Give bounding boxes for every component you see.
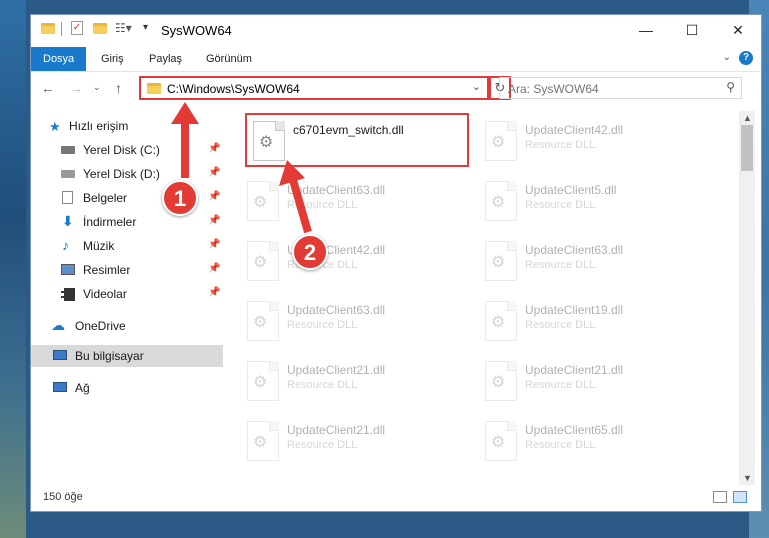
pin-icon[interactable]: 📌 [208, 239, 220, 250]
address-bar[interactable]: C:\Windows\SysWOW64 ⌄ [139, 76, 489, 100]
details-view-icon[interactable] [713, 491, 727, 503]
dll-file-icon: ⚙ [485, 241, 517, 281]
file-name: c6701evm_switch.dll [293, 123, 404, 137]
dll-file-icon: ⚙ [253, 121, 285, 161]
computer-icon [53, 350, 67, 360]
help-icon[interactable]: ? [739, 51, 753, 65]
pin-icon[interactable]: 📌 [208, 263, 220, 274]
download-icon: ⬇ [62, 213, 74, 229]
navigation-pane: ★ Hızlı erişim Yerel Disk (C:) 📌 Yerel D… [31, 111, 224, 471]
dll-file-icon: ⚙ [247, 181, 279, 221]
search-box[interactable]: ⚲ [499, 77, 742, 99]
vertical-scrollbar[interactable]: ▲ ▼ [739, 111, 755, 485]
step-badge-1: 1 [162, 180, 198, 216]
scroll-up-icon[interactable]: ▲ [743, 113, 752, 123]
pin-icon[interactable]: 📌 [208, 215, 220, 226]
scroll-thumb[interactable] [741, 125, 753, 171]
item-count: 150 öğe [43, 491, 83, 503]
drive-icon [61, 146, 75, 154]
documents-icon [62, 191, 73, 204]
file-item[interactable]: ⚙ UpdateClient21.dll Resource DLL [239, 353, 469, 409]
back-icon[interactable]: ← [41, 80, 55, 96]
file-item[interactable]: ⚙ UpdateClient63.dll Resource DLL [477, 233, 707, 289]
close-button[interactable]: ✕ [715, 15, 761, 45]
file-item[interactable]: ⚙ UpdateClient21.dll Resource DLL [477, 353, 707, 409]
dll-file-icon: ⚙ [247, 241, 279, 281]
file-item[interactable]: ⚙ UpdateClient63.dll Resource DLL [239, 173, 469, 229]
dll-file-icon: ⚙ [247, 421, 279, 461]
nav-item-local-disk-d[interactable]: Yerel Disk (D:) 📌 [31, 163, 223, 185]
videos-icon [61, 288, 75, 301]
file-item[interactable]: ⚙ UpdateClient19.dll Resource DLL [477, 293, 707, 349]
drive-icon [61, 170, 75, 178]
quick-access-dropdown-icon[interactable]: ▾ [143, 22, 148, 33]
tab-share[interactable]: Paylaş [149, 47, 182, 71]
folder-icon [41, 23, 55, 34]
cloud-icon: ☁ [51, 317, 65, 333]
file-item[interactable]: ⚙ UpdateClient5.dll Resource DLL [477, 173, 707, 229]
recent-locations-icon[interactable]: ⌄ [93, 82, 101, 93]
dll-file-icon: ⚙ [247, 301, 279, 341]
address-folder-icon [147, 83, 161, 94]
nav-quick-access[interactable]: ★ Hızlı erişim [31, 115, 223, 137]
separator [61, 22, 62, 36]
nav-this-pc[interactable]: Bu bilgisayar [31, 345, 223, 367]
file-list: ⚙ c6701evm_switch.dll ⚙ UpdateClient63.d… [239, 111, 739, 471]
dll-file-icon: ⚙ [485, 361, 517, 401]
ribbon-tabs: Dosya Giriş Paylaş Görünüm ⌄ ? [31, 47, 761, 72]
pin-icon[interactable]: 📌 [208, 287, 220, 298]
new-folder-icon[interactable] [93, 23, 107, 34]
tab-view[interactable]: Görünüm [206, 47, 252, 71]
status-bar: 150 öğe [31, 485, 761, 511]
properties-icon[interactable]: ✓ [71, 21, 83, 35]
file-item[interactable]: ⚙ UpdateClient21.dll Resource DLL [239, 413, 469, 469]
title-bar: ✓ ☷▾ ▾ SysWOW64 — ☐ ✕ [31, 15, 761, 47]
nav-item-local-disk-c[interactable]: Yerel Disk (C:) 📌 [31, 139, 223, 161]
maximize-button[interactable]: ☐ [669, 15, 715, 45]
nav-item-videos[interactable]: Videolar 📌 [31, 283, 223, 305]
file-item-highlighted[interactable]: ⚙ c6701evm_switch.dll [245, 113, 469, 167]
search-icon: ⚲ [726, 80, 735, 94]
nav-item-downloads[interactable]: ⬇ İndirmeler 📌 [31, 211, 223, 233]
minimize-button[interactable]: — [623, 15, 669, 45]
address-row: ← → ⌄ ↑ C:\Windows\SysWOW64 ⌄ ↻ ⚲ [31, 72, 761, 106]
star-icon: ★ [49, 119, 61, 134]
tab-file[interactable]: Dosya [31, 47, 87, 71]
tab-home[interactable]: Giriş [101, 47, 124, 71]
pin-icon[interactable]: 📌 [208, 191, 220, 202]
music-icon: ♪ [62, 237, 69, 253]
pin-icon[interactable]: 📌 [208, 167, 220, 178]
file-item[interactable]: ⚙ UpdateClient42.dll Resource DLL [477, 113, 707, 169]
step-badge-2: 2 [292, 234, 328, 270]
forward-icon[interactable]: → [69, 80, 83, 96]
large-icons-view-icon[interactable] [733, 491, 747, 503]
dll-file-icon: ⚙ [485, 121, 517, 161]
desktop-background-left [0, 0, 26, 538]
explorer-window: ✓ ☷▾ ▾ SysWOW64 — ☐ ✕ Dosya Giriş Paylaş… [30, 14, 762, 512]
network-icon [53, 382, 67, 392]
pictures-icon [61, 264, 75, 275]
up-icon[interactable]: ↑ [115, 80, 122, 96]
nav-onedrive[interactable]: ☁ OneDrive [31, 315, 223, 337]
nav-item-pictures[interactable]: Resimler 📌 [31, 259, 223, 281]
file-item[interactable]: ⚙ UpdateClient65.dll Resource DLL [477, 413, 707, 469]
dll-file-icon: ⚙ [485, 421, 517, 461]
pin-icon[interactable]: 📌 [208, 143, 220, 154]
ribbon-expand-icon[interactable]: ⌄ [723, 52, 731, 63]
address-path: C:\Windows\SysWOW64 [167, 82, 300, 96]
address-dropdown-icon[interactable]: ⌄ [472, 80, 481, 93]
file-item[interactable]: ⚙ UpdateClient63.dll Resource DLL [239, 293, 469, 349]
scroll-down-icon[interactable]: ▼ [743, 473, 752, 483]
search-input[interactable] [506, 79, 710, 99]
nav-network[interactable]: Ağ [31, 377, 223, 399]
nav-item-music[interactable]: ♪ Müzik 📌 [31, 235, 223, 257]
window-title: SysWOW64 [161, 23, 232, 38]
dll-file-icon: ⚙ [485, 181, 517, 221]
customize-icon[interactable]: ☷▾ [115, 21, 132, 35]
file-item[interactable]: ⚙ UpdateClient42.dll Resource DLL [239, 233, 469, 289]
dll-file-icon: ⚙ [247, 361, 279, 401]
dll-file-icon: ⚙ [485, 301, 517, 341]
